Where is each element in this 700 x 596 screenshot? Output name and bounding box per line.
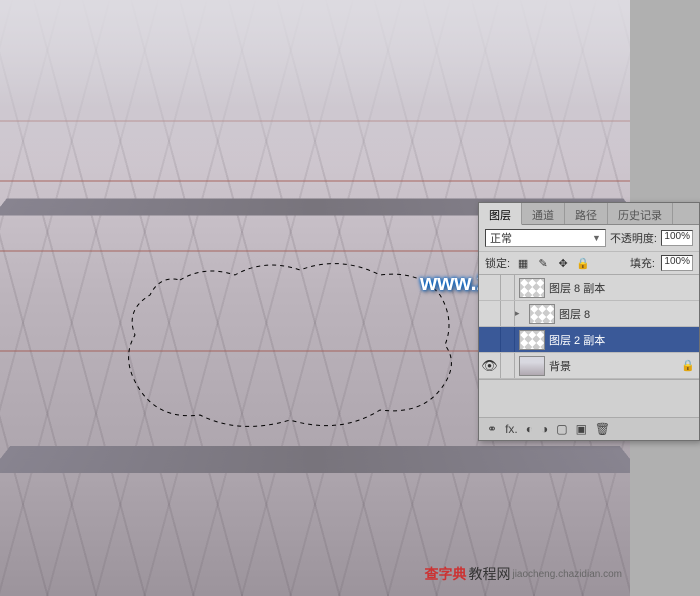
watermark-brand: 查字典 bbox=[424, 564, 466, 584]
layer-name[interactable]: 背景 bbox=[549, 358, 681, 374]
new-layer-icon[interactable]: ▣ bbox=[576, 422, 587, 436]
watermark-domain: jiaocheng.chazidian.com bbox=[512, 569, 622, 580]
visibility-toggle[interactable] bbox=[479, 327, 501, 352]
fog-overlay bbox=[0, 0, 630, 180]
layer-row-selected[interactable]: 图层 2 副本 bbox=[479, 327, 699, 353]
layers-empty-area bbox=[479, 379, 699, 417]
layer-style-icon[interactable]: fx. bbox=[505, 422, 518, 436]
opacity-label: 不透明度: bbox=[610, 230, 657, 246]
layer-row[interactable]: ▸ 图层 8 bbox=[479, 301, 699, 327]
panel-tabs: 图层 通道 路径 历史记录 bbox=[479, 203, 699, 225]
panel-bottom-toolbar: ⚭ fx. ◐ ◑ ▢ ▣ 🗑 bbox=[479, 417, 699, 440]
group-icon[interactable]: ▢ bbox=[556, 422, 567, 436]
layer-link-area[interactable] bbox=[501, 353, 515, 378]
layer-row-background[interactable]: 👁 背景 🔒 bbox=[479, 353, 699, 379]
layer-link-area[interactable] bbox=[501, 327, 515, 352]
layer-thumbnail[interactable] bbox=[519, 330, 545, 350]
layer-thumbnail[interactable] bbox=[529, 304, 555, 324]
dark-tile-stripe bbox=[0, 446, 630, 473]
visibility-toggle[interactable] bbox=[479, 301, 501, 326]
chevron-down-icon: ▼ bbox=[592, 233, 601, 243]
lock-all-icon[interactable]: 🔒 bbox=[576, 256, 590, 270]
lock-fill-row: 锁定: ▦ ✎ ✥ 🔒 填充: 100% bbox=[479, 252, 699, 275]
layer-name[interactable]: 图层 8 副本 bbox=[549, 280, 699, 296]
fill-label: 填充: bbox=[630, 255, 655, 271]
watermark-label: 教程网 bbox=[468, 564, 510, 584]
tab-history[interactable]: 历史记录 bbox=[608, 203, 673, 224]
opacity-input[interactable]: 100% bbox=[661, 230, 693, 246]
layer-thumbnail[interactable] bbox=[519, 278, 545, 298]
lock-icon: 🔒 bbox=[681, 359, 699, 372]
layer-row[interactable]: 图层 8 副本 bbox=[479, 275, 699, 301]
layer-link-area[interactable] bbox=[501, 301, 515, 326]
tab-layers[interactable]: 图层 bbox=[479, 203, 522, 225]
layer-thumbnail[interactable] bbox=[519, 356, 545, 376]
lock-transparent-icon[interactable]: ▦ bbox=[516, 256, 530, 270]
expand-icon[interactable]: ▸ bbox=[515, 308, 525, 319]
link-layers-icon[interactable]: ⚭ bbox=[487, 422, 497, 436]
delete-layer-icon[interactable]: 🗑 bbox=[595, 422, 610, 436]
lock-brush-icon[interactable]: ✎ bbox=[536, 256, 550, 270]
watermark-chazidian: 查字典 教程网 jiaocheng.chazidian.com bbox=[424, 564, 622, 584]
visibility-toggle[interactable] bbox=[479, 275, 501, 300]
adjustment-layer-icon[interactable]: ◑ bbox=[541, 422, 548, 436]
layers-panel: 图层 通道 路径 历史记录 正常 ▼ 不透明度: 100% 锁定: ▦ ✎ ✥ … bbox=[478, 202, 700, 441]
tab-paths[interactable]: 路径 bbox=[565, 203, 608, 224]
layer-name[interactable]: 图层 2 副本 bbox=[549, 332, 699, 348]
lock-move-icon[interactable]: ✥ bbox=[556, 256, 570, 270]
visibility-toggle[interactable]: 👁 bbox=[479, 353, 501, 378]
blend-mode-value: 正常 bbox=[490, 230, 512, 246]
grid-line bbox=[0, 180, 630, 182]
layer-mask-icon[interactable]: ◐ bbox=[526, 422, 533, 436]
layer-name[interactable]: 图层 8 bbox=[559, 306, 699, 322]
layer-link-area[interactable] bbox=[501, 275, 515, 300]
fill-input[interactable]: 100% bbox=[661, 255, 693, 271]
tab-channels[interactable]: 通道 bbox=[522, 203, 565, 224]
blend-mode-select[interactable]: 正常 ▼ bbox=[485, 229, 606, 247]
lock-label: 锁定: bbox=[485, 255, 510, 271]
blend-opacity-row: 正常 ▼ 不透明度: 100% bbox=[479, 225, 699, 252]
layers-list: 图层 8 副本 ▸ 图层 8 图层 2 副本 👁 背景 🔒 bbox=[479, 275, 699, 379]
